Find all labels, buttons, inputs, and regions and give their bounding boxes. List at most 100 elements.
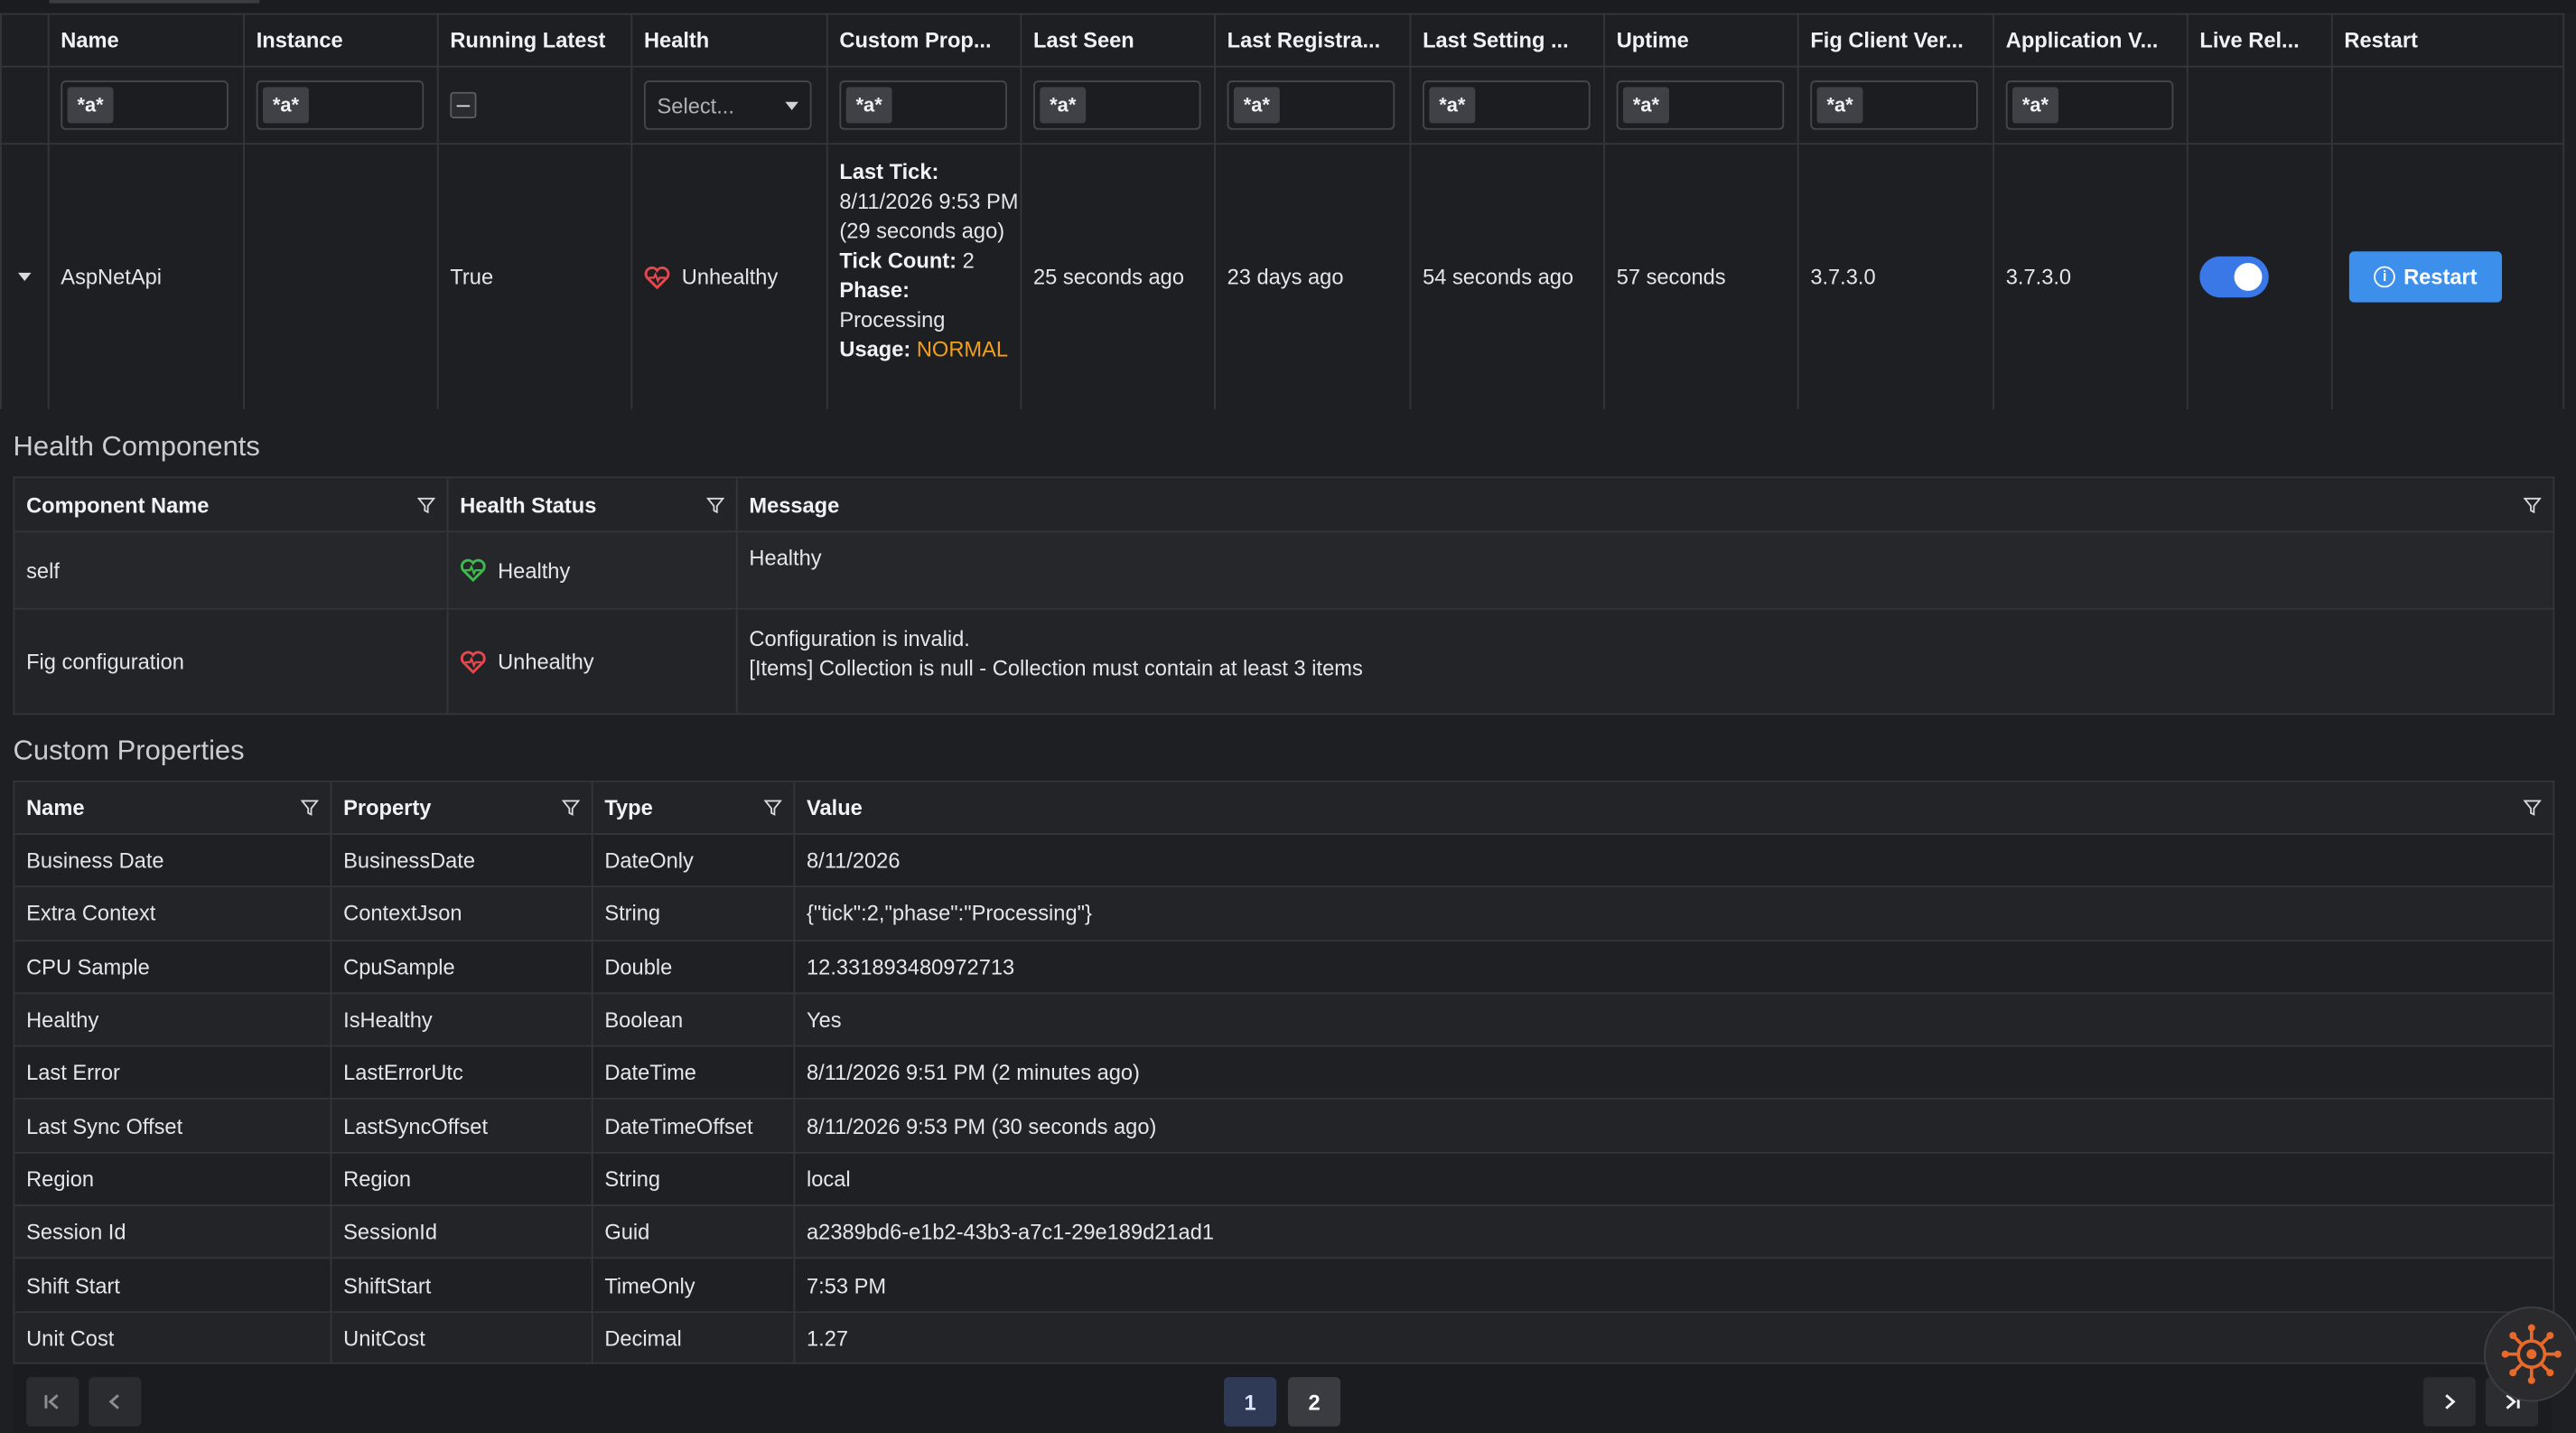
custom-properties-table: Name Property Type Value Business Date Bu… (13, 780, 2555, 1366)
table-row[interactable]: self Healthy Healthy (14, 532, 2553, 610)
filter-input-last-setting[interactable]: *a* (1423, 80, 1591, 130)
next-page-button[interactable] (2422, 1377, 2476, 1427)
column-header-last-seen[interactable]: Last Seen (1022, 14, 1216, 66)
filter-funnel-icon[interactable] (562, 799, 581, 817)
client-row[interactable]: AspNetApi True Unhealthy Last Tick: 8/11… (1, 143, 2565, 409)
client-name: AspNetApi (50, 145, 246, 409)
column-header-component-name[interactable]: Component Name (14, 478, 449, 531)
table-row[interactable]: Unit Cost UnitCost Decimal 1.27 (14, 1312, 2553, 1366)
component-status-label: Unhealthy (498, 649, 594, 674)
filter-input-uptime[interactable]: *a* (1616, 80, 1785, 130)
top-divider (0, 0, 2576, 14)
property-type: DateTime (593, 1046, 796, 1099)
column-header-instance[interactable]: Instance (245, 14, 439, 66)
table-row[interactable]: Fig configuration Unhealthy Configuratio… (14, 609, 2553, 716)
toggle-knob (2234, 263, 2263, 291)
filter-input-last-registration[interactable]: *a* (1227, 80, 1395, 130)
property-display-name: Region (14, 1153, 332, 1205)
last-tick-label: Last Tick: (839, 159, 939, 184)
restart-button[interactable]: i Restart (2348, 251, 2503, 303)
property-display-name: Healthy (14, 994, 332, 1046)
expand-row-icon[interactable] (18, 272, 32, 282)
filter-funnel-icon[interactable] (300, 799, 319, 817)
live-reload-toggle[interactable] (2199, 256, 2269, 298)
table-row[interactable]: CPU Sample CpuSample Double 12.331893480972… (14, 941, 2553, 995)
table-row[interactable]: Business Date BusinessDate DateOnly 8/11/20… (14, 834, 2553, 888)
client-uptime: 57 seconds (1605, 145, 1799, 409)
first-page-button[interactable] (26, 1377, 79, 1427)
filter-mode-badge[interactable]: *a* (1429, 87, 1476, 124)
filter-checkbox-running-latest[interactable] (450, 91, 477, 118)
expander-column-header (2, 14, 50, 66)
column-header-restart[interactable]: Restart (2333, 14, 2565, 66)
column-header-health-status[interactable]: Health Status (449, 478, 738, 531)
filter-input-name[interactable]: *a* (61, 80, 229, 130)
filter-select-health[interactable]: Select... (643, 80, 812, 130)
property-display-name: Shift Start (14, 1259, 332, 1311)
column-header-last-setting[interactable]: Last Setting ... (1411, 14, 1605, 66)
property-type: TimeOnly (593, 1259, 796, 1311)
filter-mode-badge[interactable]: *a* (1040, 87, 1087, 124)
previous-page-button[interactable] (89, 1377, 142, 1427)
table-row[interactable]: Session Id SessionId Guid a2389bd6-e1b2-43b… (14, 1206, 2553, 1260)
property-type: DateOnly (593, 834, 796, 886)
column-header-label: Component Name (26, 492, 210, 518)
column-header-health[interactable]: Health (632, 14, 828, 66)
floating-action-button[interactable] (2484, 1306, 2576, 1402)
filter-input-custom-properties[interactable]: *a* (839, 80, 1007, 130)
filter-funnel-icon[interactable] (706, 495, 725, 513)
column-header-name[interactable]: Name (14, 782, 332, 834)
column-header-name[interactable]: Name (50, 14, 246, 66)
client-last-setting: 54 seconds ago (1411, 145, 1605, 409)
column-header-running-latest[interactable]: Running Latest (439, 14, 633, 66)
filter-input-fig-client-version[interactable]: *a* (1810, 80, 1978, 130)
table-row[interactable]: Last Error LastErrorUtc DateTime 8/11/2026 … (14, 1046, 2553, 1101)
filter-mode-badge[interactable]: *a* (263, 87, 309, 124)
table-row[interactable]: Shift Start ShiftStart TimeOnly 7:53 PM (14, 1259, 2553, 1313)
filter-mode-badge[interactable]: *a* (845, 87, 892, 124)
filter-input-last-seen[interactable]: *a* (1033, 80, 1201, 130)
filter-input-application-version[interactable]: *a* (2005, 80, 2174, 130)
filter-spacer (2333, 67, 2565, 144)
filter-mode-badge[interactable]: *a* (1233, 87, 1280, 124)
component-status-label: Healthy (498, 557, 571, 583)
column-header-last-registration[interactable]: Last Registra... (1216, 14, 1412, 66)
table-row[interactable]: Extra Context ContextJson String {"tick":2,… (14, 887, 2553, 941)
filter-input-instance[interactable]: *a* (256, 80, 425, 130)
column-header-type[interactable]: Type (593, 782, 796, 834)
pagination-bar: 1 2 (13, 1362, 2552, 1433)
table-row[interactable]: Region Region String local (14, 1153, 2553, 1207)
health-components-title: Health Components (13, 430, 260, 463)
filter-funnel-icon[interactable] (416, 495, 435, 513)
filter-mode-badge[interactable]: *a* (1816, 87, 1863, 124)
column-header-property[interactable]: Property (331, 782, 593, 834)
column-header-value[interactable]: Value (795, 782, 2553, 833)
table-row[interactable]: Healthy IsHealthy Boolean Yes (14, 994, 2553, 1047)
filter-funnel-icon[interactable] (2523, 495, 2542, 513)
message-line: [Items] Collection is null - Collection … (749, 655, 1363, 680)
filter-mode-badge[interactable]: *a* (1622, 87, 1669, 124)
column-header-live-reload[interactable]: Live Rel... (2189, 14, 2333, 66)
first-page-icon (44, 1394, 59, 1410)
page-1-button[interactable]: 1 (1224, 1377, 1277, 1427)
filter-mode-badge[interactable]: *a* (67, 87, 114, 124)
filter-funnel-icon[interactable] (763, 799, 782, 817)
filter-mode-badge[interactable]: *a* (2012, 87, 2058, 124)
filter-funnel-icon[interactable] (2523, 799, 2542, 817)
property-type: String (593, 1153, 796, 1205)
client-application-version: 3.7.3.0 (1994, 145, 2189, 409)
tick-count-value: 2 (962, 248, 975, 273)
property-display-name: Business Date (14, 834, 332, 886)
table-header-row: Name Property Type Value (14, 782, 2553, 835)
phase-value: Processing (839, 307, 946, 332)
restart-button-label: Restart (2403, 264, 2478, 290)
column-header-fig-client-version[interactable]: Fig Client Ver... (1799, 14, 1995, 66)
component-status: Healthy (449, 532, 738, 608)
column-header-custom-properties[interactable]: Custom Prop... (828, 14, 1022, 66)
column-header-message[interactable]: Message (738, 478, 2553, 530)
page-2-button[interactable]: 2 (1287, 1377, 1341, 1427)
column-header-uptime[interactable]: Uptime (1605, 14, 1799, 66)
property-value: 12.331893480972713 (807, 954, 1015, 979)
table-row[interactable]: Last Sync Offset LastSyncOffset DateTimeOf… (14, 1100, 2553, 1154)
column-header-application-version[interactable]: Application V... (1994, 14, 2189, 66)
